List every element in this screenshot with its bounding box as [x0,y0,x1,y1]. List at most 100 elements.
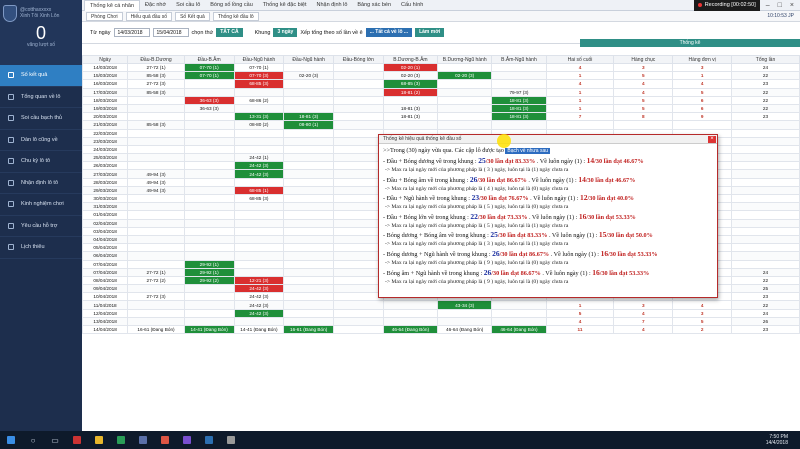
sort-select[interactable]: ... Tất cả về lô ... [365,28,413,37]
app-icon-1[interactable] [66,431,88,449]
table-cell: 18-81 (3) [382,112,439,122]
app-icon-5[interactable] [154,431,176,449]
list-icon [8,72,14,79]
column-header: B.Dương-Ngũ hành [437,55,493,64]
sidebar-item[interactable]: Nhận định lô tô [0,173,82,194]
windows-start-icon[interactable] [0,431,22,449]
table-cell [283,259,335,269]
table-row[interactable]: 12/04/2018 24-42 (3) 5 4 3 24 [81,308,800,318]
stat-rate: /30 lần đạt 86.67% [477,176,527,184]
app-icon-2[interactable] [88,431,110,449]
table-cell [183,185,235,196]
to-date-input[interactable]: 15/04/2018 [152,28,189,37]
sidebar-item[interactable]: Kinh nghiệm chơi [0,194,82,216]
table-cell [437,95,493,105]
table-row[interactable]: 21/03/2018 85-58 (3) 08-80 (2) 08-80 (1) [81,120,800,130]
sidebar-item[interactable]: Số kết quả [0,65,82,87]
subtab-item[interactable]: Phòng Chơi [86,11,123,21]
popup-stat-line: - Đầu + Bóng lớn về trong khung : 22/30 … [383,212,713,222]
subtab-item[interactable]: Hiểu quả đầu số [125,11,173,21]
table-row[interactable]: 16/03/2018 27-72 (3) 68-85 (3) 68-85 (3) 4 4 4… [81,79,800,89]
app-icon-8[interactable] [220,431,242,449]
table-row[interactable]: 11/04/2018 24-42 (3) 43-34 (3) 1 3 4 22 [81,300,800,310]
table-cell: 18-81 (3) [491,103,547,114]
tab-item[interactable]: Nhận định lô [312,0,353,11]
table-cell [183,153,235,163]
table-row[interactable]: 20/03/2018 13-31 (3) 18-81 (3) 18-81 (3) 18-… [81,112,800,122]
table-cell [333,177,384,187]
table-cell [283,193,335,204]
subtab-item[interactable]: Thống kê đầu lô [212,11,259,21]
sidebar-item[interactable]: Soi cầu bạch thủ [0,108,82,130]
sidebar-item[interactable]: Chu kỳ lô tô [0,151,82,173]
sidebar-item[interactable]: Tổng quan về lô [0,87,82,108]
table-cell: 31/03/2018 [81,202,129,212]
table-cell [491,120,547,130]
day-select[interactable]: TẤT CẢ [216,28,243,37]
popup-stat-line: - Bóng dương + Bóng âm về trong khung : … [383,230,713,240]
app-icon-7[interactable] [198,431,220,449]
user-block[interactable]: @cotthaxxxxx Xinh Tôi Xinh Lôn [3,2,79,24]
table-row[interactable]: 13/04/2018 4 7 5 26 [81,316,800,327]
popup-stat-line: - Đầu + Bóng âm về trong khung : 26/30 l… [383,175,713,185]
stat-count: 23 [471,193,480,203]
tab-item[interactable]: Soi cầu lô [171,0,205,11]
table-cell [233,87,285,97]
tab-item[interactable]: Bảng xác bén [352,0,396,11]
app-icon-6[interactable] [176,431,198,449]
refresh-button[interactable]: Làm mới [415,28,445,37]
visit-count-label: vãng lượt số [26,42,56,48]
tab-item[interactable]: Cấu hình [396,0,428,11]
table-row[interactable]: 17/03/2018 85-58 (3) 18-81 (2) 79-97 (3) 1 4 5… [81,87,800,97]
tab-item[interactable]: Thống kê đặc biệt [258,0,312,11]
stat-rate: /30 lần đạt 86.67% [491,269,541,277]
app-icon-4[interactable] [132,431,154,449]
stat-label: - Đầu + Bóng dương về trong khung : [383,158,479,165]
stat-rate: /30 lần đạt 83.33% [497,232,548,240]
table-cell [731,243,800,253]
search-icon[interactable]: ○ [22,431,44,449]
table-cell: 49-94 (3) [127,185,185,196]
table-row[interactable]: 18/03/2018 36-63 (3) 68-86 (2) 18-81 (3) 1 5 6… [81,95,800,105]
table-cell: 29-92 (1) [183,267,235,277]
close-icon[interactable]: × [790,2,794,9]
table-cell: 15/03/2018 [81,71,129,81]
sidebar-item[interactable]: Yêu cầu hỗ trợ [0,216,82,237]
table-cell [437,112,493,122]
table-cell [233,259,285,269]
table-cell: 43-34 (3) [437,300,493,310]
minimize-icon[interactable]: – [766,2,770,9]
app-icon-3[interactable] [110,431,132,449]
sidebar-item[interactable]: Dàn lô cũng về [0,130,82,151]
maximize-icon[interactable]: □ [778,2,782,9]
table-cell [491,300,547,310]
table-cell [233,144,285,155]
table-cell: 04/04/2018 [81,234,129,245]
khung-select[interactable]: 3 ngày [273,28,298,37]
table-cell [283,210,335,220]
from-label: Từ ngày [90,29,111,36]
subtab-item[interactable]: Số Kết quả [175,11,210,21]
table-row[interactable]: 19/03/2018 36-63 (3) 18-81 (3) 18-81 (3) 1 5 6… [81,103,800,114]
table-cell: 4 [545,316,615,327]
tab-item[interactable]: Đặc nhớ [140,0,171,11]
table-row[interactable]: 14/03/2018 27-72 (1) 07-70 (1) 07-70 (1) 02-… [81,62,800,73]
table-cell: 24-42 (3) [233,308,285,318]
sidebar-item[interactable]: Lịch thiêu [0,237,82,259]
from-date-input[interactable]: 14/03/2018 [113,28,150,37]
table-row[interactable]: 14/04/2018 16-61 (Đang Bón) 14-41 (Đang Bó… [81,324,800,335]
stat-count: 25 [490,230,498,240]
table-cell: 18-81 (2) [382,87,439,97]
popup-close-icon[interactable]: × [708,136,716,143]
table-cell: 10/04/2018 [81,292,129,302]
tab-item[interactable]: Bóng số lồng cầu [205,0,258,11]
table-row[interactable]: 15/03/2018 85-58 (3) 07-70 (1) 07-70 (3) 02-… [81,71,800,81]
table-cell: 07/04/2018 [81,259,129,269]
table-cell: 11/04/2018 [81,300,129,310]
recording-indicator: Recording [00:02:50] [693,0,760,11]
tab-item[interactable]: Thống kê cá nhân [84,0,141,11]
system-tray[interactable]: 7:50 PM 14/4/2018 [766,434,800,446]
task-view-icon[interactable]: ▭ [44,431,66,449]
table-cell [731,210,800,220]
popup-stat-line: - Đầu + Ngũ hành về trong khung : 23/30 … [383,193,713,203]
